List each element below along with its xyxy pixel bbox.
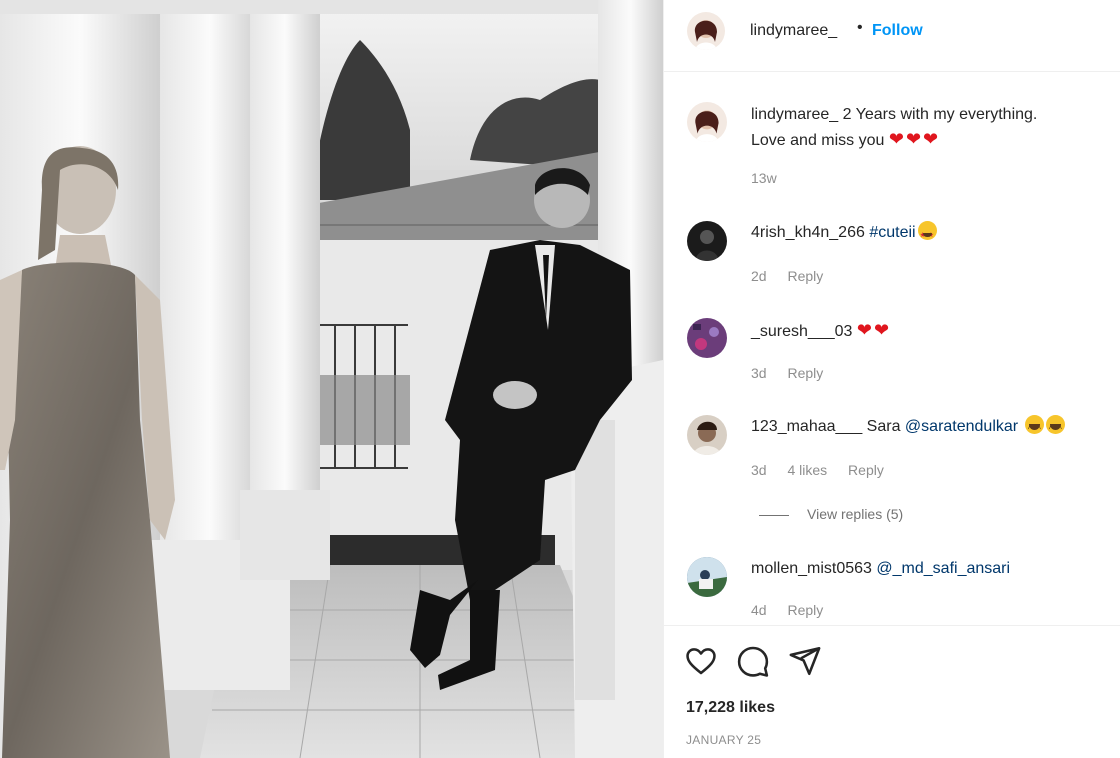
divider-line (759, 514, 789, 516)
avatar[interactable] (687, 415, 727, 455)
avatar[interactable] (687, 318, 727, 358)
timestamp[interactable]: 4d (751, 602, 767, 618)
mention-link[interactable]: @saratendulkar (905, 418, 1018, 435)
star-eyes-emoji (917, 221, 937, 248)
avatar[interactable] (687, 12, 725, 50)
view-replies-button[interactable]: View replies (5) (759, 506, 903, 522)
mention-link[interactable]: @_md_safi_ansari (876, 560, 1010, 577)
comment-body: Sara (866, 418, 901, 435)
follow-button[interactable]: Follow (872, 22, 923, 40)
reply-button[interactable]: Reply (787, 268, 823, 284)
reply-button[interactable]: Reply (848, 462, 884, 478)
caption-meta: 13w (751, 170, 794, 186)
comment-icon[interactable] (736, 644, 770, 678)
heart-emoji: ❤❤❤ (888, 129, 941, 149)
comment-text: 4rish_kh4n_266 #cuteii (751, 221, 1101, 248)
comment-meta: 4d Reply (751, 602, 840, 618)
avatar[interactable] (687, 221, 727, 261)
reply-button[interactable]: Reply (787, 602, 823, 618)
comment-username[interactable]: 123_mahaa___ (751, 418, 862, 435)
post-date: JANUARY 25 (686, 733, 762, 747)
comment-username[interactable]: 4rish_kh4n_266 (751, 224, 865, 241)
reply-button[interactable]: Reply (787, 365, 823, 381)
caption-text: lindymaree_ 2 Years with my everything. … (751, 103, 1101, 153)
timestamp[interactable]: 3d (751, 462, 767, 478)
laughing-emoji (1024, 415, 1044, 440)
timestamp[interactable]: 3d (751, 365, 767, 381)
likes-count[interactable]: 17,228 likes (686, 699, 775, 717)
comment-meta: 3d 4 likes Reply (751, 462, 901, 478)
avatar[interactable] (687, 102, 727, 142)
comment-text: _suresh___03 ❤❤ (751, 318, 1101, 344)
comment-text: mollen_mist0563 @_md_safi_ansari (751, 557, 1101, 581)
comment-meta: 2d Reply (751, 268, 840, 284)
share-icon[interactable] (788, 644, 822, 678)
caption-line2: Love and miss you (751, 132, 885, 149)
comment-username[interactable]: _suresh___03 (751, 323, 852, 340)
heart-emoji: ❤❤ (856, 320, 892, 340)
timestamp[interactable]: 13w (751, 170, 777, 186)
post-header: lindymaree_ • Follow (664, 0, 1120, 72)
comment-meta: 3d Reply (751, 365, 840, 381)
post-author-username[interactable]: lindymaree_ (750, 22, 837, 40)
caption-line1: 2 Years with my everything. (842, 106, 1038, 123)
comment-username[interactable]: mollen_mist0563 (751, 560, 872, 577)
post-photo[interactable] (0, 0, 663, 758)
post-sidebar: lindymaree_ • Follow lindymaree_ 2 Years… (663, 0, 1120, 758)
laughing-emoji (1045, 415, 1065, 440)
caption-username[interactable]: lindymaree_ (751, 106, 838, 123)
hashtag-link[interactable]: #cuteii (869, 224, 915, 241)
heart-icon[interactable] (684, 644, 718, 678)
comment-text: 123_mahaa___ Sara @saratendulkar (751, 415, 1101, 440)
comment-likes[interactable]: 4 likes (787, 462, 827, 478)
avatar[interactable] (687, 557, 727, 597)
timestamp[interactable]: 2d (751, 268, 767, 284)
view-replies-label: View replies (5) (807, 506, 904, 522)
separator-dot: • (857, 19, 863, 36)
